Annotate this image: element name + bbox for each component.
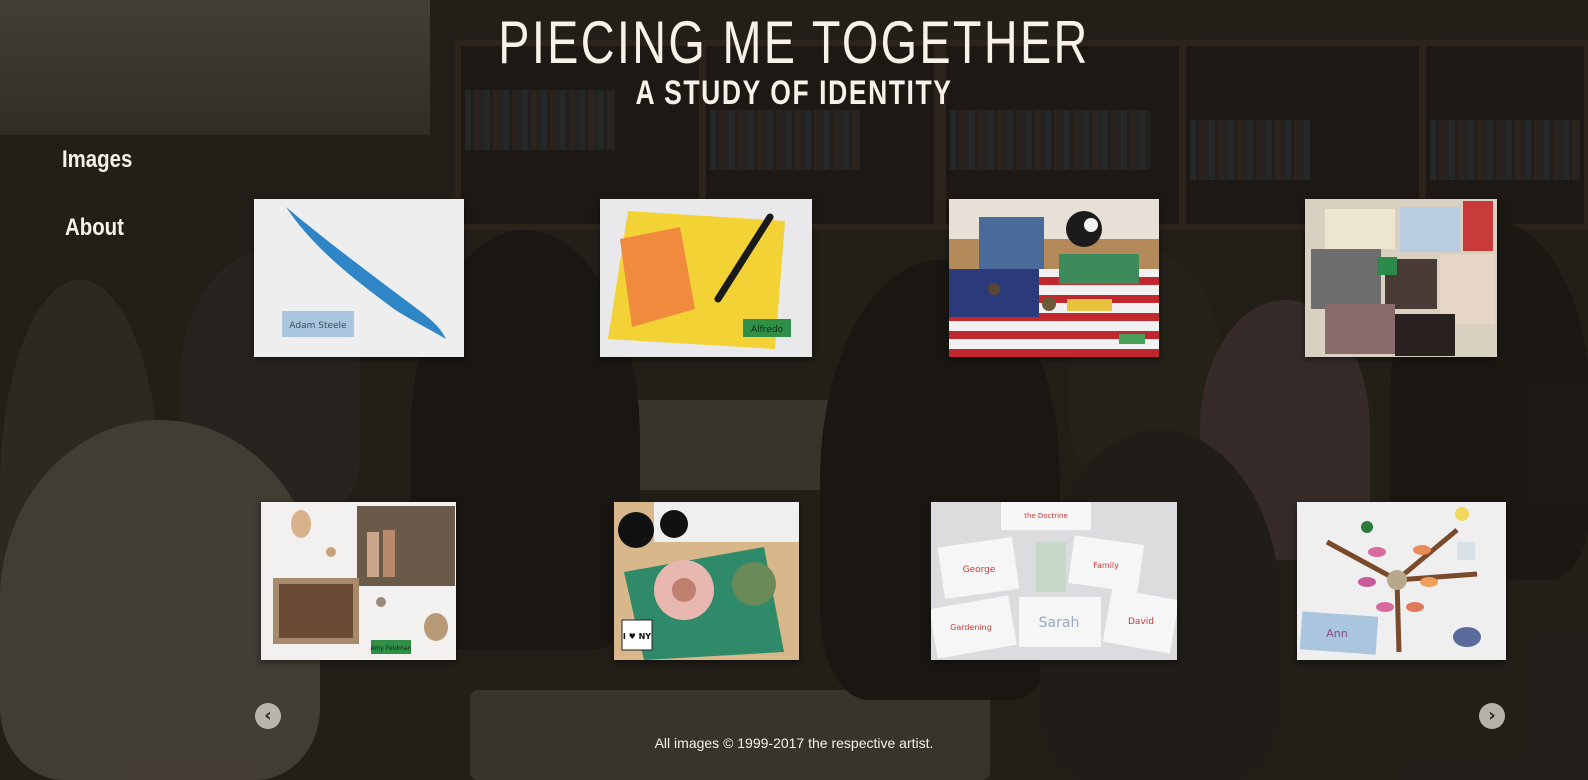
orange-book-and-pen-icon: Alfredo [600, 199, 812, 357]
nav-item-images[interactable]: Images [62, 146, 132, 174]
name-tag: Ann [1326, 627, 1347, 640]
name-tag: Adam Steele [289, 321, 347, 331]
petal-flower-arrangement-icon: Ann [1297, 502, 1506, 660]
gallery-thumbnail[interactable]: Sarah George Family David Gardening the … [931, 502, 1177, 660]
gallery-thumbnail[interactable] [1305, 199, 1497, 357]
gallery-thumbnail[interactable]: Ann [1297, 502, 1506, 660]
next-arrow-icon[interactable]: › [1479, 703, 1505, 729]
card-text: George [963, 565, 996, 575]
card-text: Family [1093, 561, 1119, 570]
site-title: PIECING ME TOGETHER [498, 9, 1090, 76]
gallery-thumbnail[interactable]: Alfredo [600, 199, 812, 357]
photo-collage-icon [1305, 199, 1497, 357]
nav-item-about[interactable]: About [65, 214, 124, 242]
site-footer: All images © 1999-2017 the respective ar… [0, 735, 1588, 751]
card-text: David [1128, 617, 1154, 627]
card-text: the Doctrine [1024, 512, 1068, 520]
background-photo [0, 0, 1588, 780]
gallery-thumbnail[interactable] [949, 199, 1159, 357]
gallery-thumbnail[interactable]: Adam Steele [254, 199, 464, 357]
gallery-thumbnail[interactable]: Amy Feldman [261, 502, 456, 660]
name-tag: Alfredo [751, 325, 784, 335]
blue-feather-icon: Adam Steele [254, 199, 464, 357]
copyright-text: All images © 1999-2017 the respective ar… [654, 735, 934, 751]
flag-and-souvenirs-icon [949, 199, 1159, 357]
site-subtitle: A STUDY OF IDENTITY [635, 74, 953, 112]
word-cards-icon: Sarah George Family David Gardening the … [931, 502, 1177, 660]
gallery-thumbnail[interactable]: I ♥ NY [614, 502, 799, 660]
shells-and-photos-icon: Amy Feldman [261, 502, 456, 660]
previous-arrow-icon[interactable]: ‹ [255, 703, 281, 729]
flower-and-ny-sticker-icon: I ♥ NY [614, 502, 799, 660]
ny-sticker-text: I ♥ NY [623, 632, 651, 641]
name-tag: Amy Feldman [370, 645, 411, 652]
card-text: Sarah [1039, 615, 1080, 631]
card-text: Gardening [950, 623, 992, 632]
